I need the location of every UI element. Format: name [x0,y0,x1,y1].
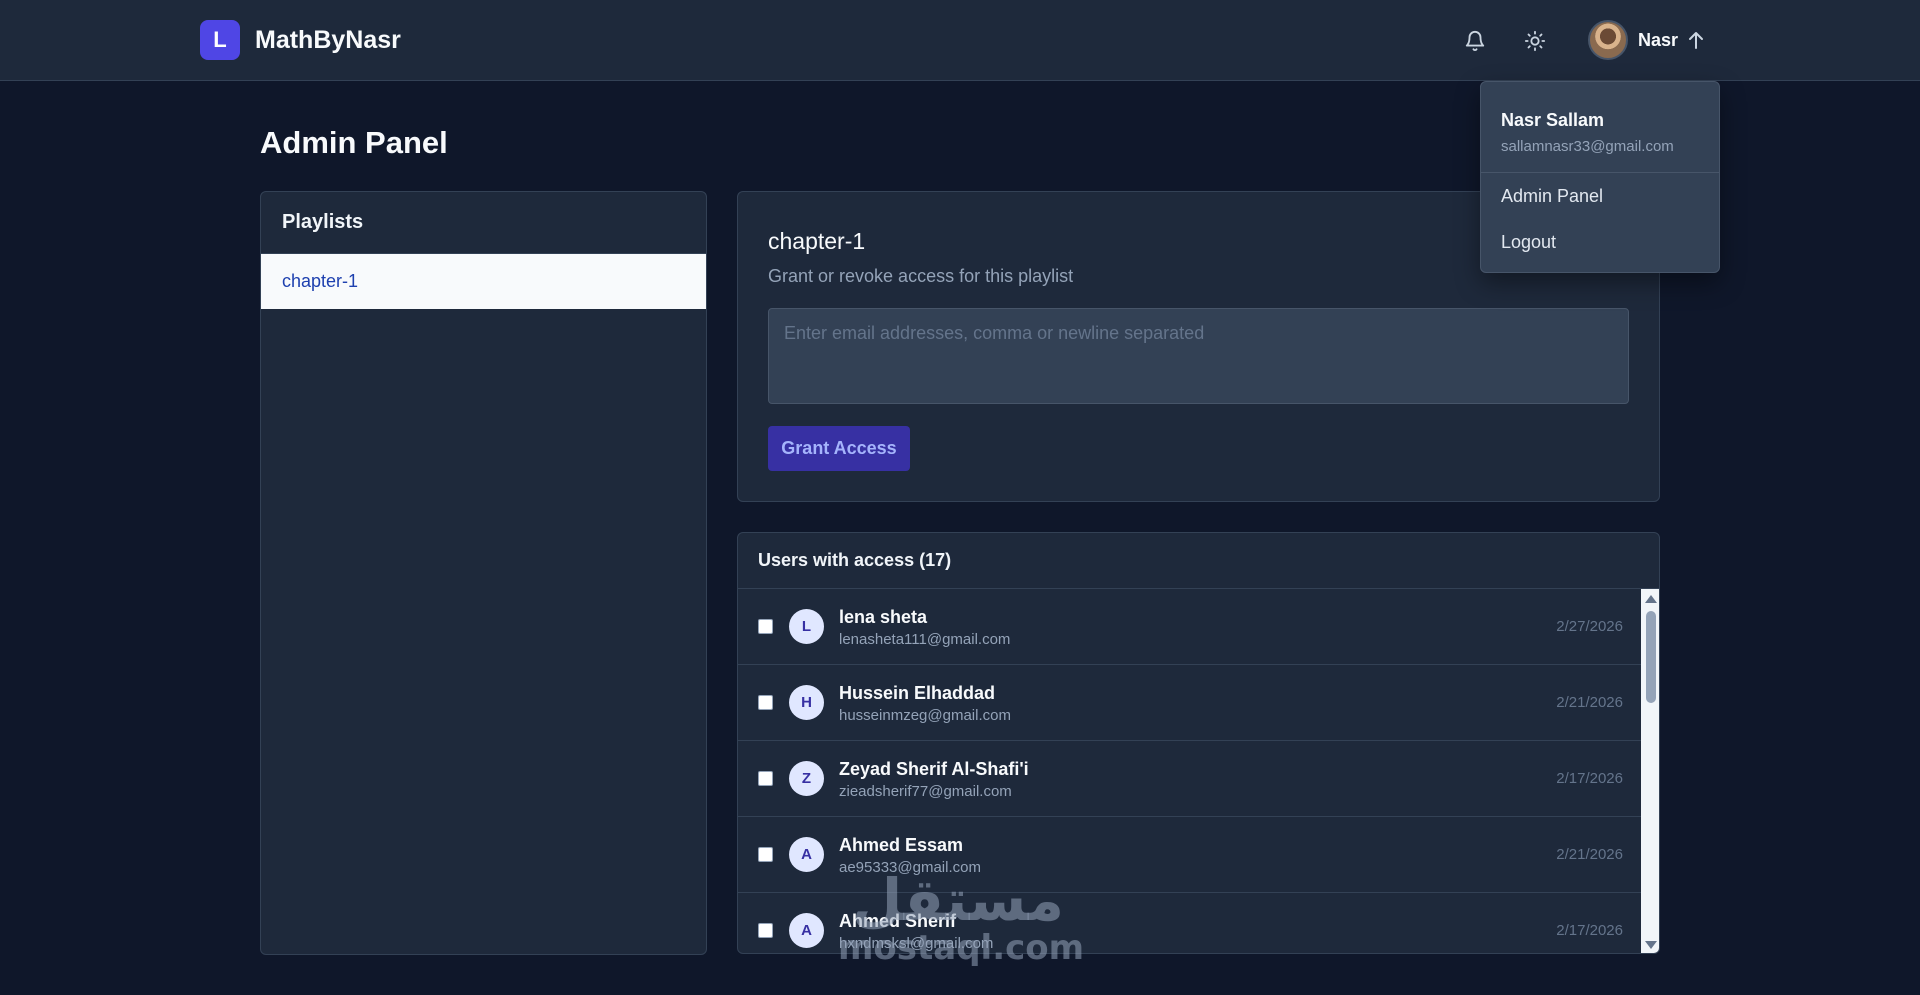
users-with-access-card: Users with access (17) L lena sheta lena… [737,532,1660,954]
user-dropdown-menu: Nasr Sallam sallamnasr33@gmail.com Admin… [1480,81,1720,273]
user-initial-avatar: A [789,837,824,872]
playlists-heading: Playlists [261,192,706,254]
email-addresses-input[interactable] [768,308,1629,404]
user-menu-name[interactable]: Nasr [1638,30,1678,51]
user-select-checkbox[interactable] [758,619,773,634]
access-date: 2/27/2026 [1556,618,1623,635]
grant-access-button[interactable]: Grant Access [768,426,910,471]
user-name: Hussein Elhaddad [839,683,996,703]
scroll-down-arrow-icon[interactable] [1645,941,1657,949]
user-row: H Hussein Elhaddad husseinmzeg@gmail.com… [738,665,1641,741]
user-name: lena sheta [839,607,928,627]
playlist-item-chapter-1[interactable]: chapter-1 [261,254,706,309]
user-row: A Ahmed Sherif hxndmsksl@gmail.com 2/17/… [738,893,1641,953]
top-navbar: L MathByNasr Nasr [0,0,1920,81]
user-email: zieadsherif77@gmail.com [839,783,1012,800]
logo-badge[interactable]: L [200,20,240,60]
theme-toggle-sun-icon[interactable] [1520,26,1550,56]
dropdown-user-name: Nasr Sallam [1501,110,1605,130]
user-initial-avatar: A [789,913,824,948]
user-select-checkbox[interactable] [758,695,773,710]
menu-item-logout[interactable]: Logout [1501,232,1556,253]
access-date: 2/21/2026 [1556,694,1623,711]
user-select-checkbox[interactable] [758,923,773,938]
access-date: 2/17/2026 [1556,770,1623,787]
user-name: Ahmed Essam [839,835,964,855]
dropdown-divider [1481,172,1719,173]
brand-name[interactable]: MathByNasr [255,26,401,55]
user-row: L lena sheta lenasheta111@gmail.com 2/27… [738,589,1641,665]
user-avatar[interactable] [1588,20,1628,60]
menu-item-admin-panel[interactable]: Admin Panel [1501,186,1603,207]
scrollbar-thumb[interactable] [1646,611,1656,703]
user-email: lenasheta111@gmail.com [839,631,1011,648]
user-initial-avatar: Z [789,761,824,796]
users-list[interactable]: L lena sheta lenasheta111@gmail.com 2/27… [738,589,1641,953]
user-email: ae95333@gmail.com [839,859,981,876]
dropdown-user-email: sallamnasr33@gmail.com [1501,138,1674,155]
user-row: A Ahmed Essam ae95333@gmail.com 2/21/202… [738,817,1641,893]
user-name: Zeyad Sherif Al-Shafi'i [839,759,1029,779]
access-date: 2/21/2026 [1556,846,1623,863]
user-initial-avatar: H [789,685,824,720]
user-select-checkbox[interactable] [758,771,773,786]
users-list-scrollbar[interactable] [1641,589,1659,953]
chevron-up-icon[interactable] [1686,28,1706,52]
page-title: Admin Panel [260,125,448,160]
bell-icon[interactable] [1460,26,1490,56]
user-initial-avatar: L [789,609,824,644]
user-select-checkbox[interactable] [758,847,773,862]
users-with-access-heading: Users with access (17) [738,533,1659,589]
selected-playlist-title: chapter-1 [768,228,866,254]
grant-access-description: Grant or revoke access for this playlist [768,266,1074,286]
scroll-up-arrow-icon[interactable] [1645,595,1657,603]
access-date: 2/17/2026 [1556,922,1623,939]
user-email: husseinmzeg@gmail.com [839,707,1011,724]
user-email: hxndmsksl@gmail.com [839,935,994,952]
playlists-panel: Playlists chapter-1 [260,191,707,955]
user-name: Ahmed Sherif [839,911,957,931]
user-row: Z Zeyad Sherif Al-Shafi'i zieadsherif77@… [738,741,1641,817]
